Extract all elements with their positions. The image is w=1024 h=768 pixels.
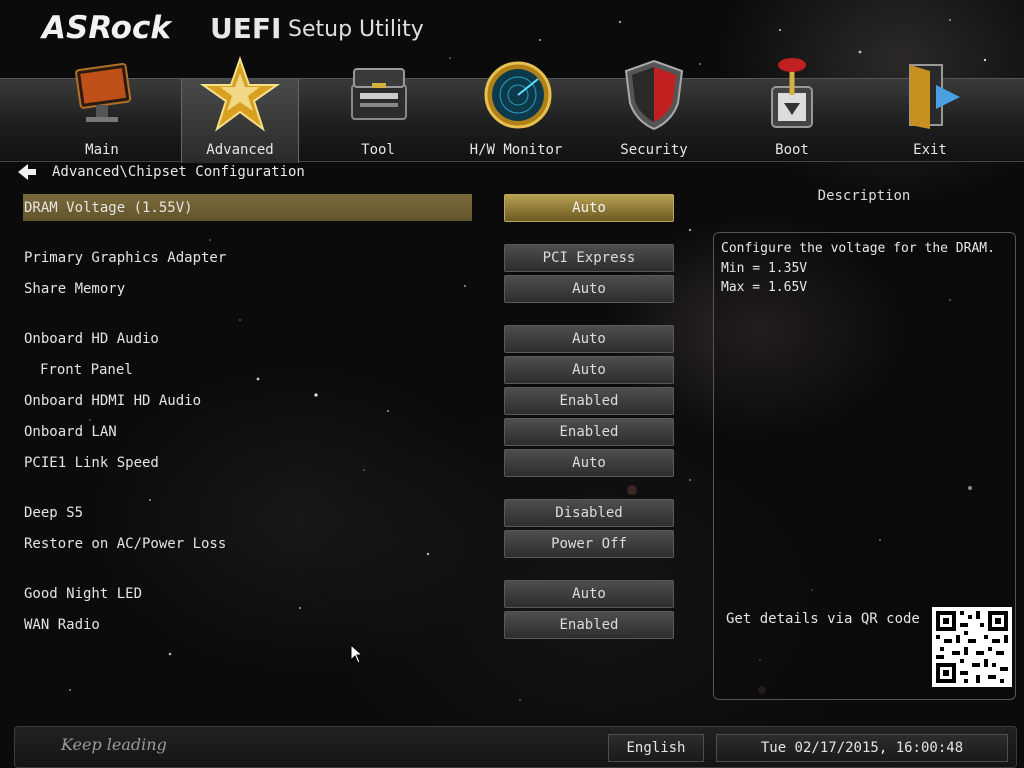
tab-label: Tool	[361, 142, 395, 158]
settings-list: DRAM Voltage (1.55V) Auto Primary Graphi…	[14, 185, 704, 723]
description-title: Description	[817, 188, 911, 204]
qr-code[interactable]	[932, 607, 1012, 687]
setting-row-share-memory[interactable]: Share Memory Auto	[14, 275, 684, 303]
back-arrow-icon[interactable]	[16, 163, 38, 181]
setting-label: Share Memory	[24, 281, 126, 297]
tab-hw-monitor[interactable]: H/W Monitor	[457, 61, 575, 163]
setup-utility-title: Setup Utility	[288, 17, 424, 42]
setting-row-onboard-hd-audio[interactable]: Onboard HD Audio Auto	[14, 325, 684, 353]
setting-label: Front Panel	[40, 362, 133, 378]
description-panel[interactable]: Configure the voltage for the DRAM. Min …	[713, 232, 1016, 700]
tab-security[interactable]: Security	[595, 59, 713, 163]
setting-value-button[interactable]: Auto	[504, 356, 674, 384]
language-button[interactable]: English	[608, 734, 704, 762]
setting-value-button[interactable]: Auto	[504, 325, 674, 353]
description-text: Min = 1.35V	[721, 261, 808, 276]
tab-exit[interactable]: Exit	[871, 64, 989, 163]
setting-label: Deep S5	[24, 505, 84, 521]
tagline: Keep leading	[61, 735, 167, 754]
tab-label: Security	[620, 142, 688, 158]
setting-value-button[interactable]: Auto	[504, 449, 674, 477]
mouse-cursor-icon	[350, 644, 364, 664]
setting-row-wan-radio[interactable]: WAN Radio Enabled	[14, 611, 684, 639]
description-text: Configure the voltage for the DRAM.	[721, 241, 995, 256]
description-text: Max = 1.65V	[721, 280, 808, 295]
setting-value-button[interactable]: Auto	[504, 194, 674, 222]
setting-row-onboard-hdmi-hd-audio[interactable]: Onboard HDMI HD Audio Enabled	[14, 387, 684, 415]
radar-icon	[484, 61, 552, 129]
setting-label: WAN Radio	[24, 617, 100, 633]
setting-value-button[interactable]: Power Off	[504, 530, 674, 558]
datetime-display[interactable]: Tue 02/17/2015, 16:00:48	[716, 734, 1008, 762]
setting-label: DRAM Voltage (1.55V)	[24, 200, 193, 216]
setting-value-button[interactable]: Enabled	[504, 611, 674, 639]
boot-lever-icon	[771, 58, 813, 128]
setting-value-button[interactable]: Auto	[504, 580, 674, 608]
setting-row-good-night-led[interactable]: Good Night LED Auto	[14, 580, 684, 608]
star-icon	[200, 55, 280, 132]
tab-bar: Main Advanced Tool H/W Monitor Security …	[0, 55, 1024, 163]
tab-label: Advanced	[206, 142, 274, 158]
tab-label: Boot	[775, 142, 809, 158]
setting-label: Restore on AC/Power Loss	[24, 536, 227, 552]
monitor-icon	[75, 62, 132, 122]
footer-bar: Keep leading English Tue 02/17/2015, 16:…	[14, 726, 1017, 768]
setting-row-pcie1-link-speed[interactable]: PCIE1 Link Speed Auto	[14, 449, 684, 477]
setting-value-button[interactable]: Enabled	[504, 387, 674, 415]
setting-row-onboard-lan[interactable]: Onboard LAN Enabled	[14, 418, 684, 446]
setting-row-primary-graphics-adapter[interactable]: Primary Graphics Adapter PCI Express	[14, 244, 684, 272]
tab-boot[interactable]: Boot	[733, 58, 851, 163]
asrock-logo: ASRock	[42, 10, 171, 46]
tab-main[interactable]: Main	[43, 62, 161, 163]
setting-label: Onboard HDMI HD Audio	[24, 393, 202, 409]
breadcrumb: Advanced\Chipset Configuration	[14, 162, 714, 182]
toolbox-icon	[351, 68, 407, 120]
tab-label: H/W Monitor	[469, 142, 563, 158]
setting-label: Primary Graphics Adapter	[24, 250, 227, 266]
setting-value-button[interactable]: Enabled	[504, 418, 674, 446]
setting-row-deep-s5[interactable]: Deep S5 Disabled	[14, 499, 684, 527]
setting-row-front-panel[interactable]: Front Panel Auto	[14, 356, 684, 384]
exit-door-icon	[909, 64, 960, 129]
setting-row-dram-voltage[interactable]: DRAM Voltage (1.55V) Auto	[14, 194, 684, 222]
setting-value-button[interactable]: Disabled	[504, 499, 674, 527]
shield-icon	[624, 59, 684, 131]
setting-label: Onboard LAN	[24, 424, 117, 440]
setting-label: Onboard HD Audio	[24, 331, 159, 347]
setting-value-button[interactable]: Auto	[504, 275, 674, 303]
setting-label: PCIE1 Link Speed	[24, 455, 159, 471]
breadcrumb-path: Advanced\Chipset Configuration	[52, 164, 305, 180]
tab-advanced[interactable]: Advanced	[181, 55, 299, 163]
uefi-title: UEFI	[210, 12, 282, 45]
tab-label: Exit	[913, 142, 947, 158]
setting-label: Good Night LED	[24, 586, 143, 602]
tab-label: Main	[85, 142, 119, 158]
tab-tool[interactable]: Tool	[319, 68, 437, 163]
qr-code-label: Get details via QR code	[726, 611, 920, 627]
setting-row-restore-on-ac-power-loss[interactable]: Restore on AC/Power Loss Power Off	[14, 530, 684, 558]
qr-code-icon	[936, 611, 1008, 683]
setting-value-button[interactable]: PCI Express	[504, 244, 674, 272]
